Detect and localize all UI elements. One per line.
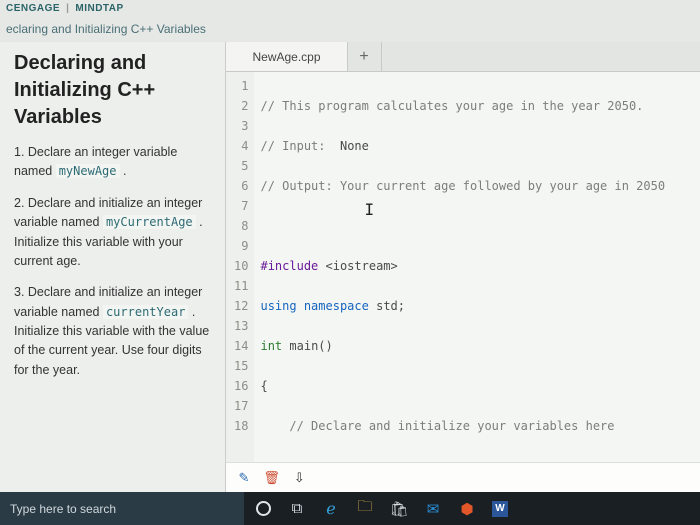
step-1: 1. Declare an integer variable named myN…	[14, 143, 213, 182]
code: // This program calculates your age in t…	[260, 99, 643, 113]
code: using	[260, 299, 296, 313]
ln: 3	[226, 116, 248, 136]
ln: 17	[226, 396, 248, 416]
ln: 7	[226, 196, 248, 216]
breadcrumb-text: eclaring and Initializing C++ Variables	[6, 22, 206, 36]
plus-icon: +	[359, 48, 368, 66]
windows-taskbar: Type here to search ⧉ ℯ 🗀 🛍 ✉ ⬢ W	[0, 492, 700, 525]
code: #include	[260, 259, 318, 273]
ln: 1	[226, 76, 248, 96]
brand-b: MINDTAP	[75, 3, 123, 14]
ln: 5	[226, 156, 248, 176]
office-icon[interactable]: ⬢	[458, 500, 476, 518]
download-icon[interactable]: ⇩	[294, 470, 305, 486]
edit-icon[interactable]: ✎	[238, 470, 249, 486]
ln: 18	[226, 416, 248, 436]
brand-bar: CENGAGE | MINDTAP	[0, 0, 700, 16]
step-3: 3. Declare and initialize an integer var…	[14, 283, 213, 380]
code-area[interactable]: 1 2 3 4 5 6 7 8 9 10 11 12 13 14 15 16 1…	[226, 72, 700, 462]
brand-a: CENGAGE	[6, 3, 60, 14]
step-1-post: .	[120, 164, 127, 178]
code: <iostream>	[318, 259, 397, 273]
code: // Declare and initialize your variables…	[260, 419, 614, 433]
step-2: 2. Declare and initialize an integer var…	[14, 194, 213, 272]
editor-toolbar: ✎ 🗑 ⇩	[226, 462, 700, 492]
step-2-code: myCurrentAge	[103, 215, 196, 229]
code-lines[interactable]: // This program calculates your age in t…	[254, 72, 700, 462]
breadcrumb: eclaring and Initializing C++ Variables	[0, 16, 700, 42]
editor-tabbar: NewAge.cpp +	[226, 42, 700, 72]
cortana-icon[interactable]	[254, 500, 272, 518]
mail-icon[interactable]: ✉	[424, 500, 442, 518]
tab-newage[interactable]: NewAge.cpp	[226, 42, 347, 71]
tab-label: NewAge.cpp	[252, 50, 320, 64]
instructions-panel: Declaring and Initializing C++ Variables…	[0, 42, 226, 492]
code: main()	[282, 339, 333, 353]
code: None	[340, 139, 369, 153]
page-title: Declaring and Initializing C++ Variables	[14, 50, 213, 131]
ln: 4	[226, 136, 248, 156]
taskbar-icons: ⧉ ℯ 🗀 🛍 ✉ ⬢ W	[244, 492, 700, 525]
code: namespace	[297, 299, 376, 313]
main-area: Declaring and Initializing C++ Variables…	[0, 42, 700, 492]
ln: 6	[226, 176, 248, 196]
code: // Input:	[260, 139, 339, 153]
word-icon[interactable]: W	[492, 501, 508, 517]
taskview-icon[interactable]: ⧉	[288, 500, 306, 518]
taskbar-search[interactable]: Type here to search	[0, 492, 244, 525]
ln: 15	[226, 356, 248, 376]
ln: 16	[226, 376, 248, 396]
ln: 13	[226, 316, 248, 336]
ln: 9	[226, 236, 248, 256]
ln: 8	[226, 216, 248, 236]
ln: 11	[226, 276, 248, 296]
line-gutter: 1 2 3 4 5 6 7 8 9 10 11 12 13 14 15 16 1…	[226, 72, 254, 462]
code-editor: NewAge.cpp + 1 2 3 4 5 6 7 8 9 10 11 12 …	[226, 42, 700, 492]
delete-icon[interactable]: 🗑	[263, 470, 280, 486]
tab-add-button[interactable]: +	[348, 42, 382, 71]
file-explorer-icon[interactable]: 🗀	[356, 500, 374, 518]
ln: 14	[226, 336, 248, 356]
text-caret: I	[364, 200, 374, 220]
code: {	[260, 379, 267, 393]
edge-icon[interactable]: ℯ	[322, 500, 340, 518]
ln: 12	[226, 296, 248, 316]
code: ;	[398, 299, 405, 313]
store-icon[interactable]: 🛍	[390, 500, 408, 518]
code: int	[260, 339, 282, 353]
brand-sep: |	[66, 3, 69, 14]
ln: 2	[226, 96, 248, 116]
step-1-code: myNewAge	[56, 164, 120, 178]
code: std	[376, 299, 398, 313]
search-placeholder: Type here to search	[10, 502, 116, 516]
step-3-code: currentYear	[103, 305, 188, 319]
ln: 10	[226, 256, 248, 276]
code: // Output: Your current age followed by …	[260, 179, 665, 193]
